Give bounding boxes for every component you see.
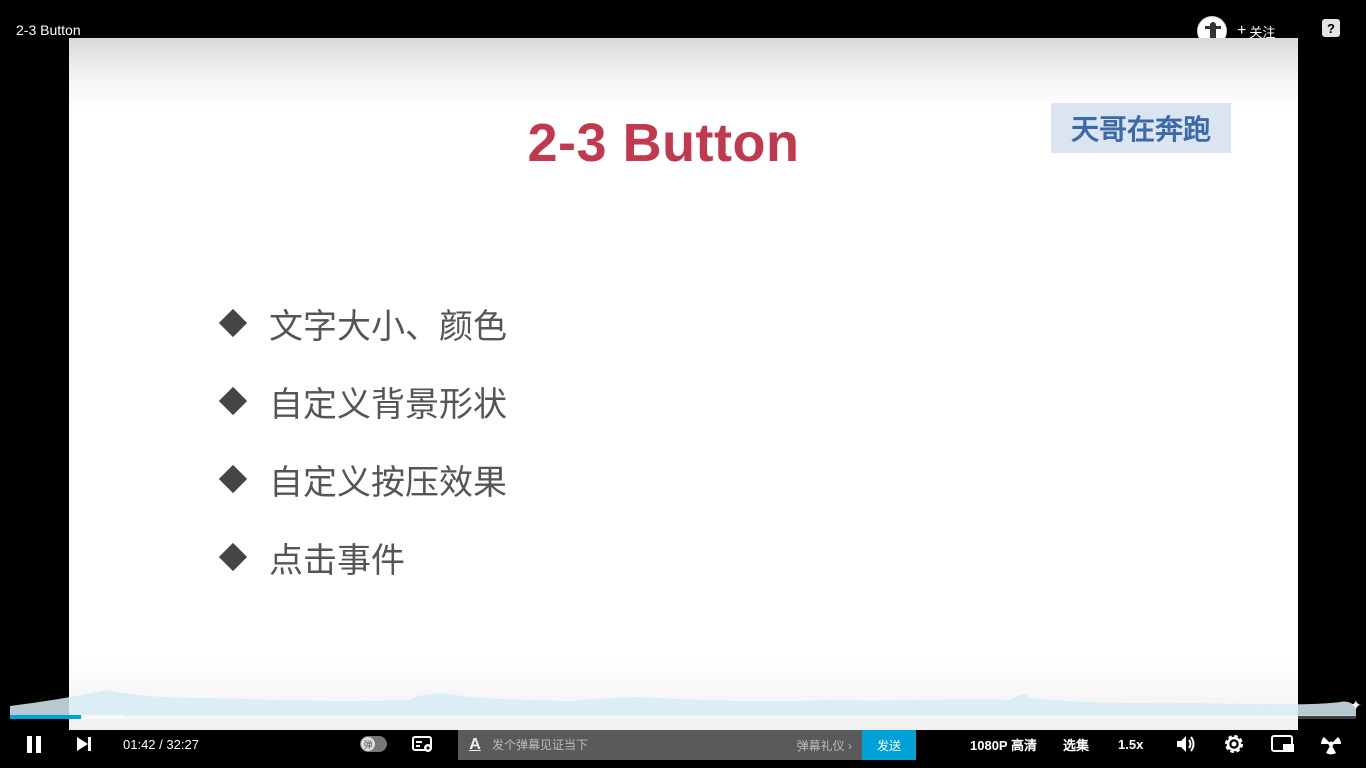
danmu-density-wave xyxy=(10,690,1356,716)
control-bar: 01:42 / 32:27 弹 A 弹幕礼仪 › 发送 1080P 高清 选集 … xyxy=(0,728,1366,768)
time-display: 01:42 / 32:27 xyxy=(123,728,199,760)
fullscreen-button[interactable] xyxy=(1320,728,1342,760)
bullet-item: 自定义背景形状 xyxy=(217,362,507,440)
speed-selector[interactable]: 1.5x xyxy=(1118,728,1143,760)
danmu-settings-icon xyxy=(412,736,432,752)
bullet-text: 点击事件 xyxy=(269,541,405,580)
bullet-text: 自定义按压效果 xyxy=(269,463,507,502)
volume-button[interactable] xyxy=(1175,728,1197,760)
current-time: 01:42 xyxy=(123,736,156,752)
plus-icon: + xyxy=(1237,22,1247,39)
danmu-font-style-icon[interactable]: A xyxy=(458,736,492,754)
played-bar xyxy=(10,715,81,719)
quality-selector[interactable]: 1080P 高清 xyxy=(970,728,1037,760)
settings-button[interactable] xyxy=(1223,728,1245,760)
episodes-button[interactable]: 选集 xyxy=(1063,728,1089,760)
video-frame[interactable]: 2-3 Button 天哥在奔跑 文字大小、颜色 自定义背景形状 自定义按压效果… xyxy=(69,38,1298,730)
time-separator: / xyxy=(155,736,167,752)
danmu-switch-knob: 弹 xyxy=(361,737,375,751)
diamond-bullet-icon xyxy=(218,308,248,338)
danmu-toggle[interactable]: 弹 xyxy=(360,728,387,760)
next-button[interactable] xyxy=(75,728,93,760)
gear-icon xyxy=(1225,735,1243,753)
danmu-input[interactable] xyxy=(492,730,797,760)
pip-icon xyxy=(1271,735,1294,752)
bullet-text: 自定义背景形状 xyxy=(269,385,507,424)
pause-icon xyxy=(36,735,41,753)
pause-button[interactable] xyxy=(27,728,41,760)
diamond-bullet-icon xyxy=(218,386,248,416)
fullscreen-icon xyxy=(1321,737,1341,755)
send-danmu-button[interactable]: 发送 xyxy=(862,730,916,760)
volume-icon xyxy=(1177,736,1195,752)
danmu-input-box: A 弹幕礼仪 › xyxy=(458,730,862,760)
diamond-bullet-icon xyxy=(218,542,248,572)
progress-bar[interactable] xyxy=(10,715,1356,719)
bullet-text: 文字大小、颜色 xyxy=(269,307,507,346)
danmu-settings-button[interactable] xyxy=(412,728,434,760)
pause-icon xyxy=(27,735,32,753)
bullet-list: 文字大小、颜色 自定义背景形状 自定义按压效果 点击事件 xyxy=(217,284,507,596)
progress-end-marker-icon: ✦ xyxy=(1350,697,1362,713)
bullet-item: 点击事件 xyxy=(217,518,507,596)
channel-watermark: 天哥在奔跑 xyxy=(1051,103,1231,153)
danmu-switch[interactable]: 弹 xyxy=(360,736,387,752)
bullet-item: 文字大小、颜色 xyxy=(217,284,507,362)
next-icon xyxy=(77,737,91,751)
help-icon[interactable]: ? xyxy=(1322,19,1340,37)
pip-button[interactable] xyxy=(1271,728,1295,760)
danmu-etiquette-link[interactable]: 弹幕礼仪 › xyxy=(797,737,862,754)
duration: 32:27 xyxy=(166,736,199,752)
diamond-bullet-icon xyxy=(218,464,248,494)
video-title: 2-3 Button xyxy=(16,22,81,38)
bullet-item: 自定义按压效果 xyxy=(217,440,507,518)
